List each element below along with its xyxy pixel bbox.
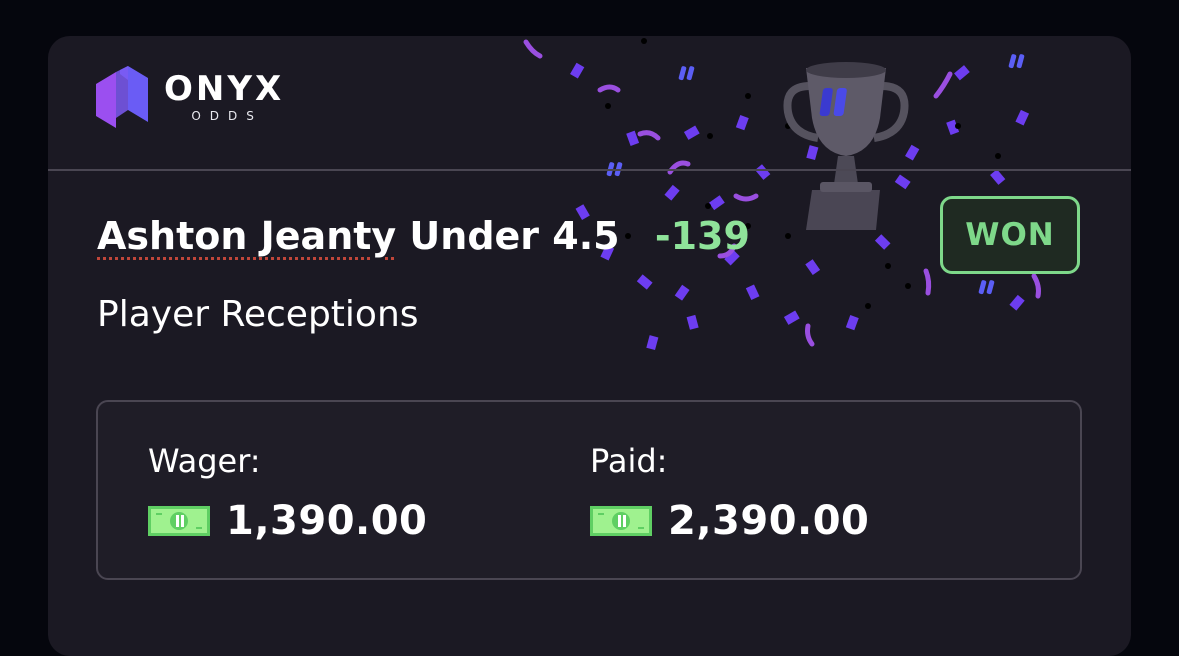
- cash-icon: [590, 506, 652, 536]
- status-badge: WON: [940, 196, 1080, 274]
- trophy-icon: [783, 62, 909, 230]
- wager-label: Wager:: [148, 442, 261, 480]
- paid-label: Paid:: [590, 442, 668, 480]
- amount-box: Wager: 1,390.00 Paid: 2,390.00: [96, 400, 1082, 580]
- brand-logo: ONYX ODDS: [96, 66, 284, 128]
- bet-player: Ashton Jeanty: [97, 214, 397, 258]
- paid-section: Paid: 2,390.00: [590, 442, 869, 544]
- bet-selection: Under 4.5: [409, 214, 620, 258]
- bet-title: Ashton Jeanty Under 4.5 -139: [97, 214, 750, 258]
- paid-value: 2,390.00: [668, 498, 870, 544]
- header-divider: [48, 169, 1131, 171]
- wager-section: Wager: 1,390.00: [148, 442, 427, 544]
- brand-sub: ODDS: [191, 109, 263, 123]
- cash-icon: [148, 506, 210, 536]
- brand-name: ONYX: [164, 69, 285, 109]
- bet-odds: -139: [654, 214, 750, 258]
- bet-card: ONYX ODDS Ashton Jeanty Under 4.5 -139 P…: [48, 36, 1131, 656]
- logo-mark-icon: [96, 66, 148, 128]
- bet-market: Player Receptions: [97, 294, 419, 335]
- wager-value: 1,390.00: [226, 498, 428, 544]
